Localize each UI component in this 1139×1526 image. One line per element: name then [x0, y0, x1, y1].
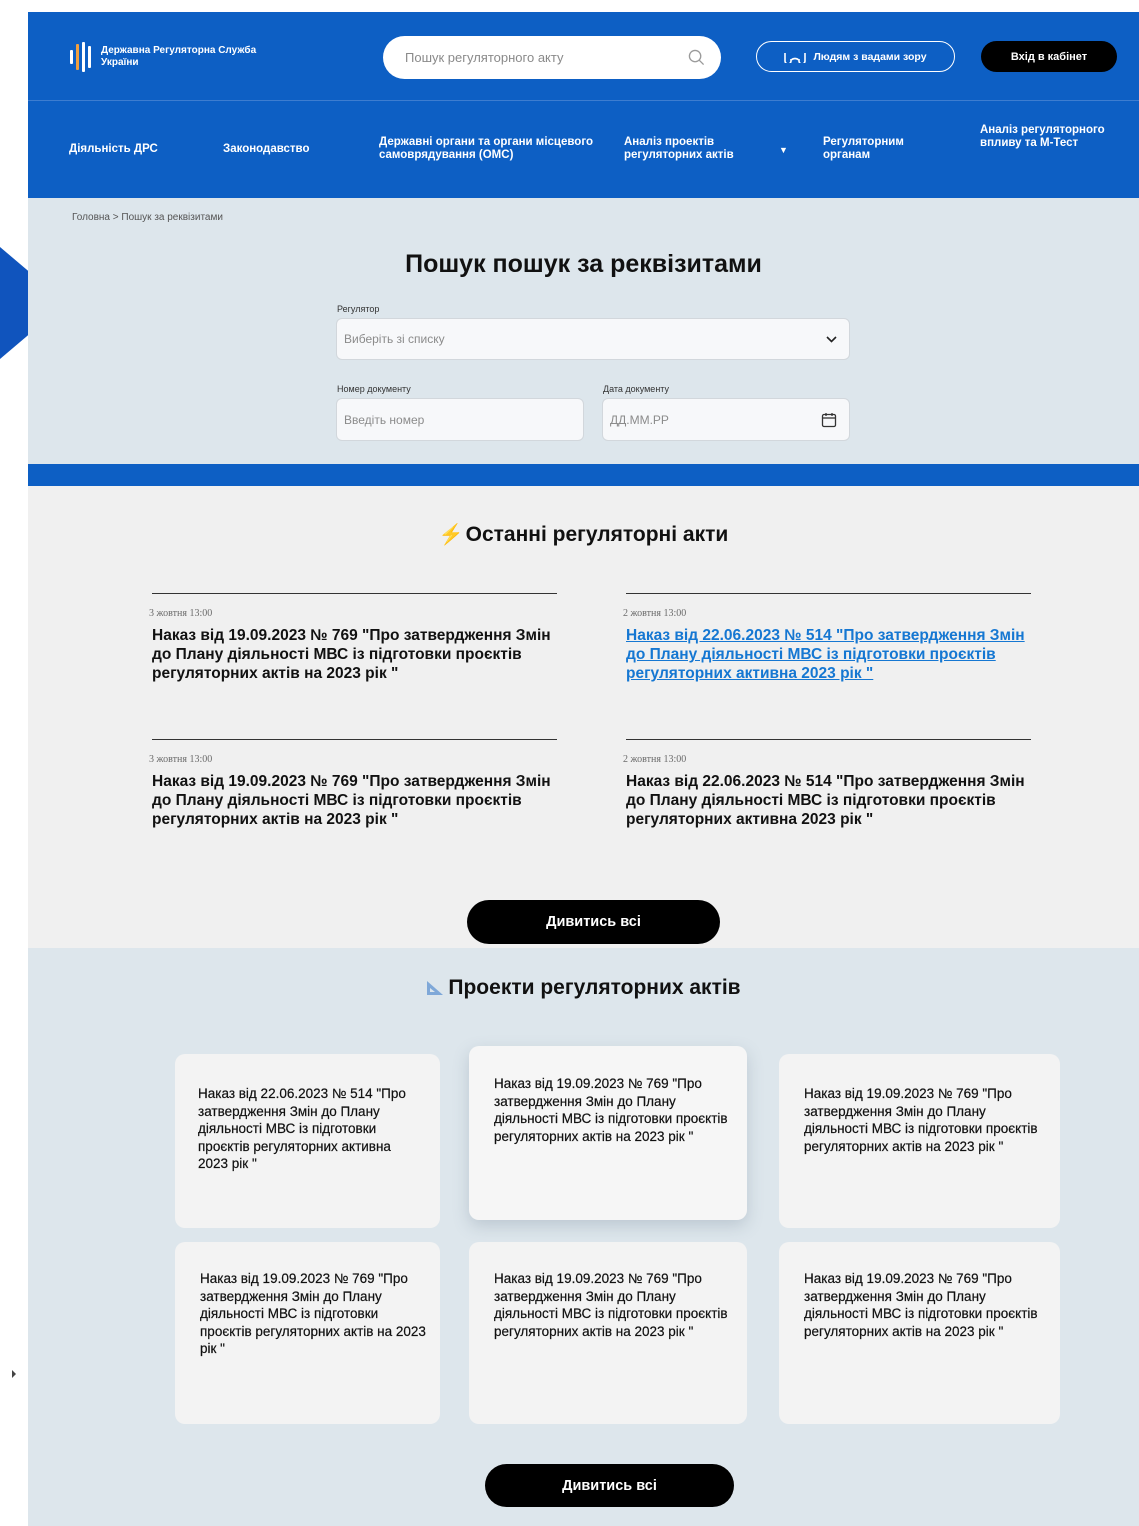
project-card[interactable]: Наказ від 19.09.2023 № 769 "Про затвердж…	[779, 1054, 1060, 1228]
browser-viewport: Державна Регуляторна Служба України Людя…	[28, 12, 1139, 1526]
chevron-down-icon[interactable]: ▼	[779, 144, 788, 157]
regulator-label: Регулятор	[337, 304, 380, 314]
login-button[interactable]: Вхід в кабінет	[981, 41, 1117, 72]
act-title[interactable]: Наказ від 22.06.2023 № 514 "Про затвердж…	[626, 772, 1026, 829]
collapse-marker-icon	[12, 1370, 16, 1378]
project-card-text: Наказ від 19.09.2023 № 769 "Про затвердж…	[200, 1271, 426, 1356]
search-by-details-section: Головна > Пошук за реквізитами Пошук пош…	[28, 198, 1139, 464]
project-card[interactable]: Наказ від 19.09.2023 № 769 "Про затвердж…	[469, 1242, 747, 1424]
nav-item-activity[interactable]: Діяльність ДРС	[69, 143, 158, 156]
search-input[interactable]	[405, 50, 688, 65]
project-card[interactable]: Наказ від 19.09.2023 № 769 "Про затвердж…	[175, 1242, 440, 1424]
projects-title: Проекти регуляторних актів	[28, 976, 1139, 1000]
search-icon[interactable]	[688, 49, 705, 66]
projects-title-text: Проекти регуляторних актів	[448, 976, 741, 999]
doc-date-placeholder: ДД.ММ.РР	[610, 412, 669, 427]
project-card-text: Наказ від 22.06.2023 № 514 "Про затвердж…	[198, 1086, 406, 1171]
act-date: 3 жовтня 13:00	[149, 608, 213, 619]
doc-date-label: Дата документу	[603, 384, 670, 394]
act-date: 2 жовтня 13:00	[623, 754, 687, 765]
act-item[interactable]: 3 жовтня 13:00 Наказ від 19.09.2023 № 76…	[149, 739, 557, 829]
breadcrumb[interactable]: Головна > Пошук за реквізитами	[72, 212, 223, 223]
doc-number-label: Номер документу	[337, 384, 411, 394]
trident-logo-icon	[70, 42, 91, 72]
see-all-acts-button[interactable]: Дивитись всі	[467, 900, 720, 944]
latest-acts-title-text: Останні регуляторні акти	[465, 523, 729, 546]
act-item[interactable]: 2 жовтня 13:00 Наказ від 22.06.2023 № 51…	[623, 739, 1031, 829]
nav-item-project-analysis-label: Аналіз проектів регуляторних актів	[624, 136, 734, 161]
nav-item-project-analysis[interactable]: Аналіз проектів регуляторних актів ▼	[624, 136, 788, 162]
project-card[interactable]: Наказ від 19.09.2023 № 769 "Про затвердж…	[779, 1242, 1060, 1424]
doc-number-placeholder: Введіть номер	[344, 412, 425, 427]
act-item[interactable]: 2 жовтня 13:00 Наказ від 22.06.2023 № 51…	[623, 593, 1031, 683]
act-title[interactable]: Наказ від 19.09.2023 № 769 "Про затвердж…	[152, 772, 552, 829]
triangle-ruler-icon	[427, 981, 444, 995]
search-bar[interactable]	[383, 36, 721, 79]
project-card-text: Наказ від 19.09.2023 № 769 "Про затвердж…	[804, 1086, 1038, 1154]
doc-number-field[interactable]: Введіть номер	[336, 398, 584, 441]
nav-item-state-bodies[interactable]: Державні органи та органи місцевого само…	[379, 136, 609, 162]
page: Державна Регуляторна Служба України Людя…	[0, 0, 1139, 1526]
top-bar: Державна Регуляторна Служба України Людя…	[28, 12, 1139, 100]
latest-acts-title: ⚡Останні регуляторні акти	[28, 522, 1139, 547]
page-title: Пошук пошук за реквізитами	[405, 250, 762, 278]
lightning-icon: ⚡	[438, 524, 464, 546]
act-title[interactable]: Наказ від 19.09.2023 № 769 "Про затвердж…	[152, 626, 552, 683]
nav-item-regulators[interactable]: Регуляторним органам	[823, 136, 953, 162]
act-title-link[interactable]: Наказ від 22.06.2023 № 514 "Про затвердж…	[626, 626, 1026, 683]
calendar-icon[interactable]	[821, 412, 837, 428]
nav-item-legislation[interactable]: Законодавство	[223, 143, 310, 156]
chevron-down-icon	[826, 335, 837, 343]
accessibility-label: Людям з вадами зору	[813, 50, 927, 63]
glasses-icon	[784, 52, 807, 63]
regulator-select-value: Виберіть зі списку	[344, 332, 445, 346]
logo-text: Державна Регуляторна Служба України	[101, 45, 257, 68]
doc-date-field[interactable]: ДД.ММ.РР	[602, 398, 850, 441]
project-card-text: Наказ від 19.09.2023 № 769 "Про затвердж…	[804, 1271, 1038, 1339]
accessibility-button[interactable]: Людям з вадами зору	[756, 41, 955, 72]
act-date: 2 жовтня 13:00	[623, 608, 687, 619]
projects-section: Проекти регуляторних актів Наказ від 22.…	[28, 948, 1139, 1526]
act-item[interactable]: 3 жовтня 13:00 Наказ від 19.09.2023 № 76…	[149, 593, 557, 683]
see-all-projects-button[interactable]: Дивитись всі	[485, 1464, 734, 1507]
nav-item-impact-analysis[interactable]: Аналіз регуляторного впливу та М-Тест	[980, 124, 1110, 150]
main-nav: Діяльність ДРС Законодавство Державні ор…	[28, 100, 1139, 198]
project-card[interactable]: Наказ від 19.09.2023 № 769 "Про затвердж…	[469, 1046, 747, 1220]
act-date: 3 жовтня 13:00	[149, 754, 213, 765]
regulator-select[interactable]: Виберіть зі списку	[336, 318, 850, 360]
site-logo[interactable]: Державна Регуляторна Служба України	[70, 42, 261, 72]
project-card-text: Наказ від 19.09.2023 № 769 "Про затвердж…	[494, 1076, 728, 1144]
project-card[interactable]: Наказ від 22.06.2023 № 514 "Про затвердж…	[175, 1054, 440, 1228]
section-divider	[28, 464, 1139, 486]
project-card-text: Наказ від 19.09.2023 № 769 "Про затвердж…	[494, 1271, 728, 1339]
